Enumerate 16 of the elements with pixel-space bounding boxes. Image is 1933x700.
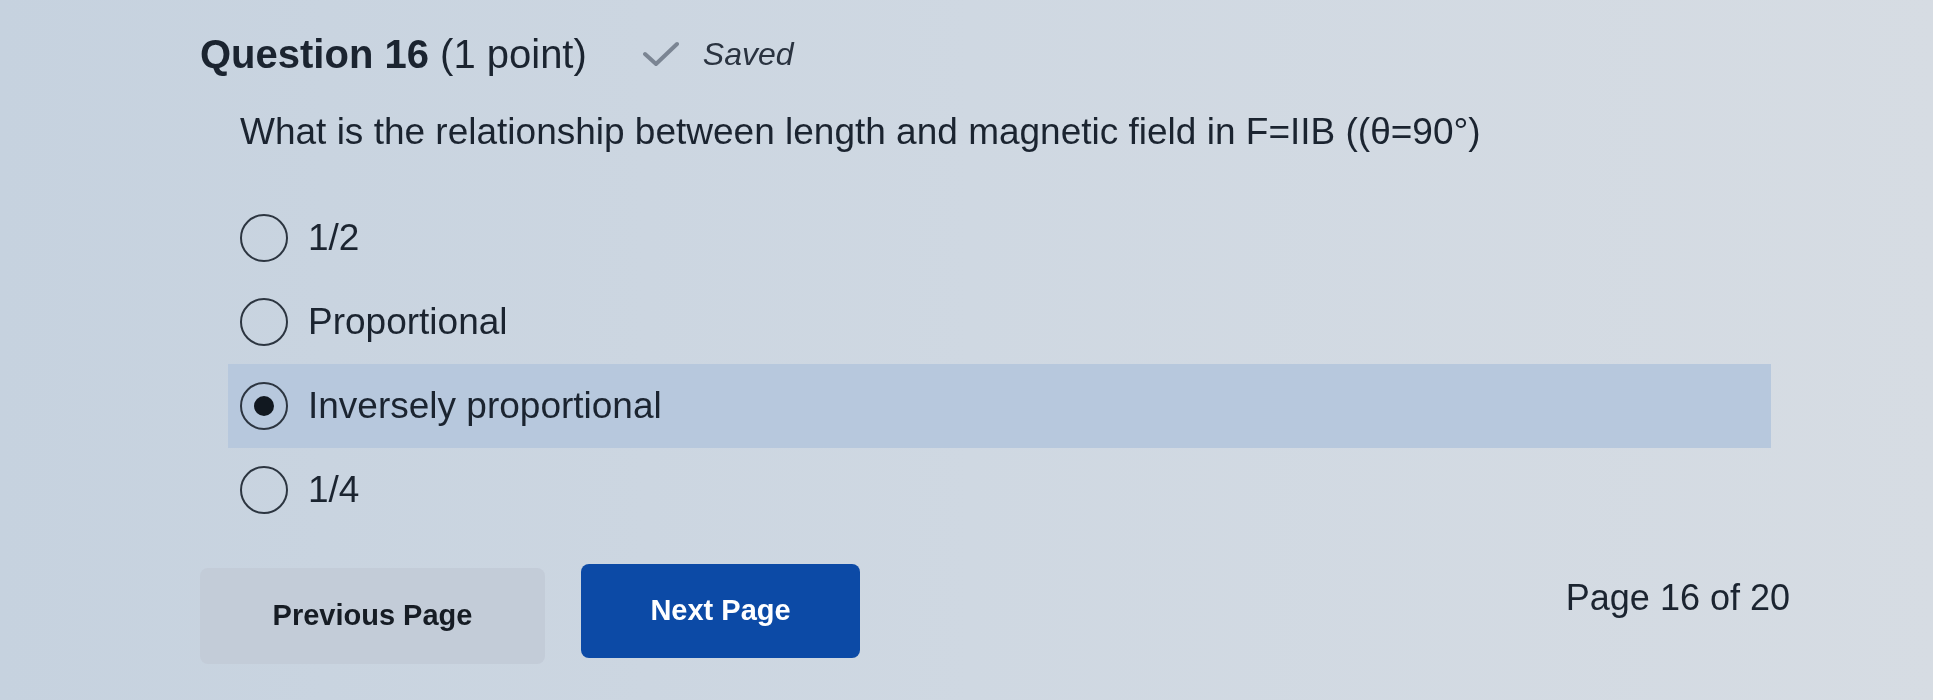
option-label[interactable]: 1/4: [308, 466, 360, 514]
check-icon: [642, 41, 679, 67]
question-title: Question 16 (1 point): [200, 31, 587, 78]
previous-page-button[interactable]: Previous Page: [200, 568, 545, 664]
question-text: What is the relationship between length and magnetic field in F=IIB ((θ=90°): [240, 110, 1482, 154]
radio-button[interactable]: [240, 466, 288, 514]
next-page-button[interactable]: Next Page: [581, 564, 860, 658]
saved-status-text: Saved: [702, 35, 794, 74]
option-label[interactable]: Proportional: [308, 298, 508, 346]
radio-button[interactable]: [240, 298, 288, 346]
radio-button[interactable]: [240, 214, 288, 262]
radio-button[interactable]: [240, 382, 288, 430]
option-label[interactable]: Inversely proportional: [308, 382, 662, 430]
option-label[interactable]: 1/2: [308, 214, 360, 262]
selected-option-highlight[interactable]: Inversely proportional: [228, 364, 1771, 448]
page-indicator: Page 16 of 20: [1565, 576, 1790, 620]
